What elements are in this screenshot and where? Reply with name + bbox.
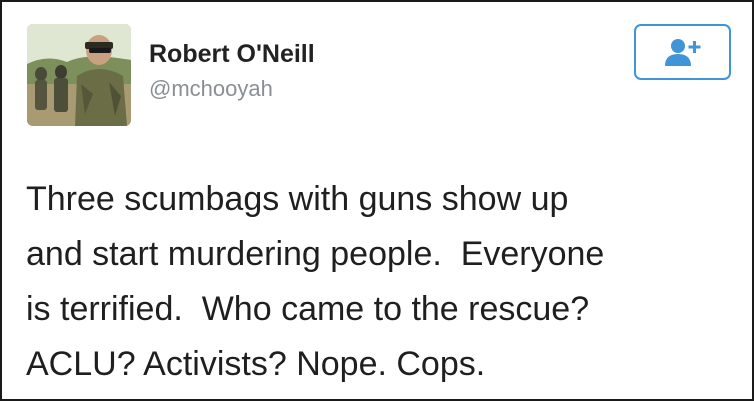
author-display-name[interactable]: Robert O'Neill	[149, 40, 315, 69]
tweet-text-line: is terrified. Who came to the rescue?	[26, 290, 590, 328]
add-user-icon	[664, 39, 700, 66]
tweet-text-line: Three scumbags with guns show up	[26, 180, 569, 218]
author-handle[interactable]: @mchooyah	[149, 76, 273, 102]
avatar-photo-icon	[27, 24, 131, 126]
tweet-text: Three scumbags with guns show up and sta…	[26, 172, 741, 392]
tweet-text-line: ACLU? Activists? Nope. Cops.	[26, 345, 486, 383]
author-avatar[interactable]	[27, 24, 131, 126]
tweet-text-line: and start murdering people. Everyone	[26, 235, 605, 273]
follow-button[interactable]	[634, 24, 731, 80]
tweet-card: Robert O'Neill @mchooyah Three scumbags …	[0, 0, 754, 401]
